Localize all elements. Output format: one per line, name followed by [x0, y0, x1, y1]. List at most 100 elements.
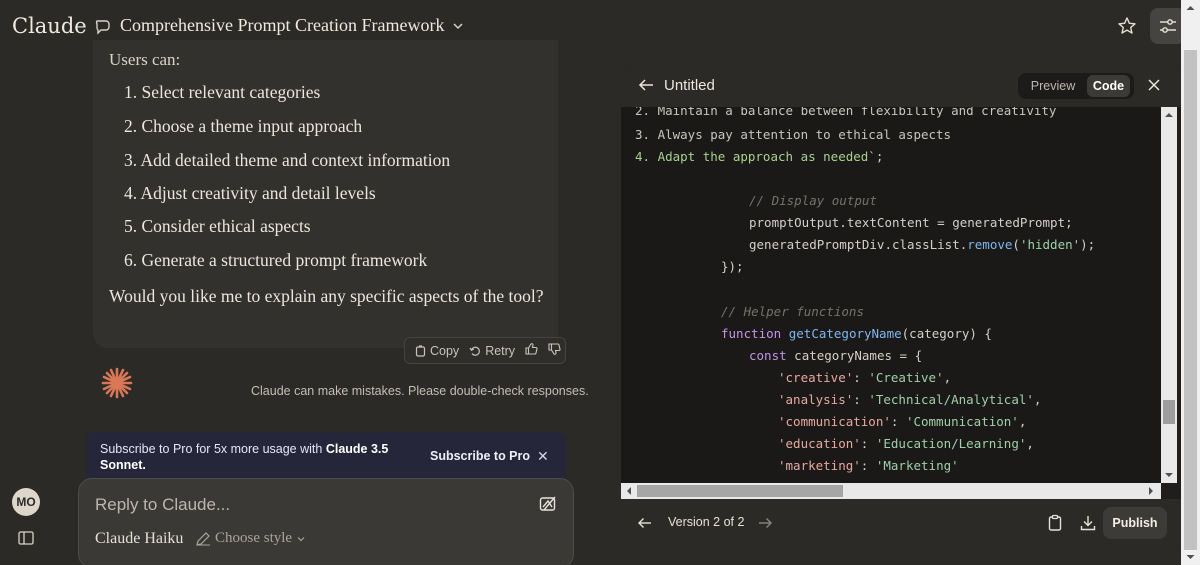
list-item: 2. Choose a theme input approach: [124, 116, 363, 136]
chat-title: Comprehensive Prompt Creation Framework: [120, 15, 445, 35]
thumbs-down-icon[interactable]: [548, 343, 561, 358]
artifact-footer: Version 2 of 2 Publish: [621, 499, 1185, 547]
model-selector[interactable]: Claude Haiku: [95, 530, 183, 548]
code-line: 2. Maintain a balance between flexibilit…: [635, 107, 1057, 118]
claude-spark-icon: [100, 366, 134, 400]
reply-input[interactable]: [95, 493, 515, 517]
code-line: generatedPromptDiv.classList.remove('hid…: [749, 237, 1095, 252]
code-token: );: [1080, 237, 1096, 252]
disclaimer-text: Claude can make mistakes. Please double-…: [251, 384, 589, 398]
code-token: getCategoryName: [788, 326, 902, 341]
code-token: categoryNames = {: [794, 348, 923, 363]
code-token: 'education': [778, 436, 861, 451]
style-selector[interactable]: Choose style: [195, 530, 306, 547]
download-icon[interactable]: [1079, 514, 1097, 532]
code-line: 4. Adapt the approach as needed`;: [635, 149, 883, 164]
star-button[interactable]: [1114, 13, 1140, 39]
avatar[interactable]: MO: [12, 488, 40, 516]
copy-label: Copy: [430, 343, 460, 358]
page-scrollbar[interactable]: [1181, 0, 1200, 565]
star-icon: [1118, 17, 1136, 34]
tab-code[interactable]: Code: [1087, 75, 1130, 97]
scroll-left-icon[interactable]: [623, 483, 635, 499]
code-token: 'communication': [778, 414, 891, 429]
subscribe-text-prefix: Subscribe to Pro for 5x more usage with: [100, 442, 326, 456]
code-line: 'education': 'Education/Learning',: [778, 436, 1034, 451]
copy-button[interactable]: Copy: [415, 344, 459, 358]
scroll-up-icon[interactable]: [1161, 109, 1177, 121]
close-icon[interactable]: ✕: [537, 448, 549, 465]
scrollbar-thumb[interactable]: [637, 485, 843, 497]
code-token: 'Education/Learning': [875, 436, 1027, 451]
code-token: 'hidden': [1019, 237, 1081, 252]
scrollbar-thumb[interactable]: [1184, 50, 1197, 550]
code-token: function: [721, 326, 782, 341]
artifact-header: Untitled Preview Code: [621, 63, 1185, 107]
scroll-up-icon[interactable]: [1181, 2, 1200, 14]
code-line: });: [721, 259, 744, 274]
subscribe-button[interactable]: Subscribe to Pro: [430, 449, 530, 463]
code-token: 'Creative': [868, 370, 944, 385]
chevron-down-icon: [297, 536, 305, 541]
message-closing: Would you like me to explain any specifi…: [109, 286, 544, 306]
code-token: ;: [875, 149, 884, 164]
code-token: 'creative': [778, 370, 854, 385]
close-icon[interactable]: [1146, 77, 1162, 93]
chat-bubble-icon: [94, 17, 112, 35]
reply-composer: Claude Haiku Choose style: [78, 478, 574, 565]
image-attach-icon: [539, 496, 556, 511]
thumbs-up-icon[interactable]: [525, 343, 538, 358]
scroll-down-icon[interactable]: [1161, 469, 1177, 481]
retry-icon: [469, 346, 481, 356]
retry-button[interactable]: Retry: [469, 344, 515, 358]
subscribe-text: Subscribe to Pro for 5x more usage with …: [100, 441, 400, 473]
code-token: const: [749, 348, 787, 363]
code-token: generatedPromptDiv.classList.: [749, 237, 968, 252]
chat-title-dropdown[interactable]: Comprehensive Prompt Creation Framework: [94, 15, 464, 36]
code-line: 'communication': 'Communication',: [778, 414, 1027, 429]
view-toggle: Preview Code: [1018, 73, 1134, 99]
chevron-down-icon: [452, 20, 464, 32]
message-intro: Users can:: [109, 50, 181, 69]
tab-preview[interactable]: Preview: [1022, 75, 1084, 97]
artifact-title: Untitled: [664, 77, 715, 94]
code-horizontal-scrollbar[interactable]: [621, 483, 1161, 499]
scroll-right-icon[interactable]: [1145, 483, 1157, 499]
code-line: 3. Always pay attention to ethical aspec…: [635, 127, 952, 142]
code-token: 'marketing': [778, 458, 861, 473]
list-item: 4. Adjust creativity and detail levels: [124, 183, 376, 203]
copy-icon: [415, 344, 426, 357]
code-token: 4. Adapt the approach as needed`: [635, 149, 876, 164]
previous-version-icon[interactable]: [637, 515, 653, 531]
artifact-panel: Untitled Preview Code 2. Maintain a bala…: [621, 63, 1185, 547]
code-token: (: [1012, 237, 1020, 252]
attach-button[interactable]: [539, 495, 559, 515]
message-actions: Copy Retry: [404, 337, 566, 364]
code-token: (category) {: [901, 326, 992, 341]
code-token: 'Communication': [905, 414, 1019, 429]
scroll-down-icon[interactable]: [1181, 551, 1200, 563]
code-token: 'analysis': [778, 392, 854, 407]
list-item: 3. Add detailed theme and context inform…: [124, 150, 451, 170]
code-line: 'creative': 'Creative',: [778, 370, 952, 385]
code-token: 'Marketing': [875, 458, 959, 473]
code-line: 'analysis': 'Technical/Analytical',: [778, 392, 1042, 407]
retry-label: Retry: [485, 343, 516, 358]
style-label: Choose style: [215, 530, 293, 546]
list-item: 1. Select relevant categories: [124, 82, 321, 102]
code-line: function getCategoryName(category) {: [721, 326, 992, 341]
copy-code-icon[interactable]: [1047, 514, 1063, 532]
code-viewer[interactable]: 2. Maintain a balance between flexibilit…: [621, 107, 1161, 483]
scrollbar-thumb[interactable]: [1163, 400, 1175, 424]
version-label: Version 2 of 2: [668, 515, 745, 529]
sidebar-toggle-icon[interactable]: [18, 531, 34, 545]
subscribe-banner: Subscribe to Pro for 5x more usage with …: [86, 432, 566, 480]
code-line: promptOutput.textContent = generatedProm…: [749, 215, 1073, 230]
brand-logo[interactable]: Claude: [12, 14, 87, 38]
back-arrow-icon[interactable]: [637, 76, 655, 94]
publish-button[interactable]: Publish: [1103, 507, 1167, 539]
list-item: 5. Consider ethical aspects: [124, 216, 311, 236]
list-item: 6. Generate a structured prompt framewor…: [124, 250, 428, 270]
next-version-icon[interactable]: [757, 515, 773, 531]
code-vertical-scrollbar[interactable]: [1161, 107, 1177, 483]
